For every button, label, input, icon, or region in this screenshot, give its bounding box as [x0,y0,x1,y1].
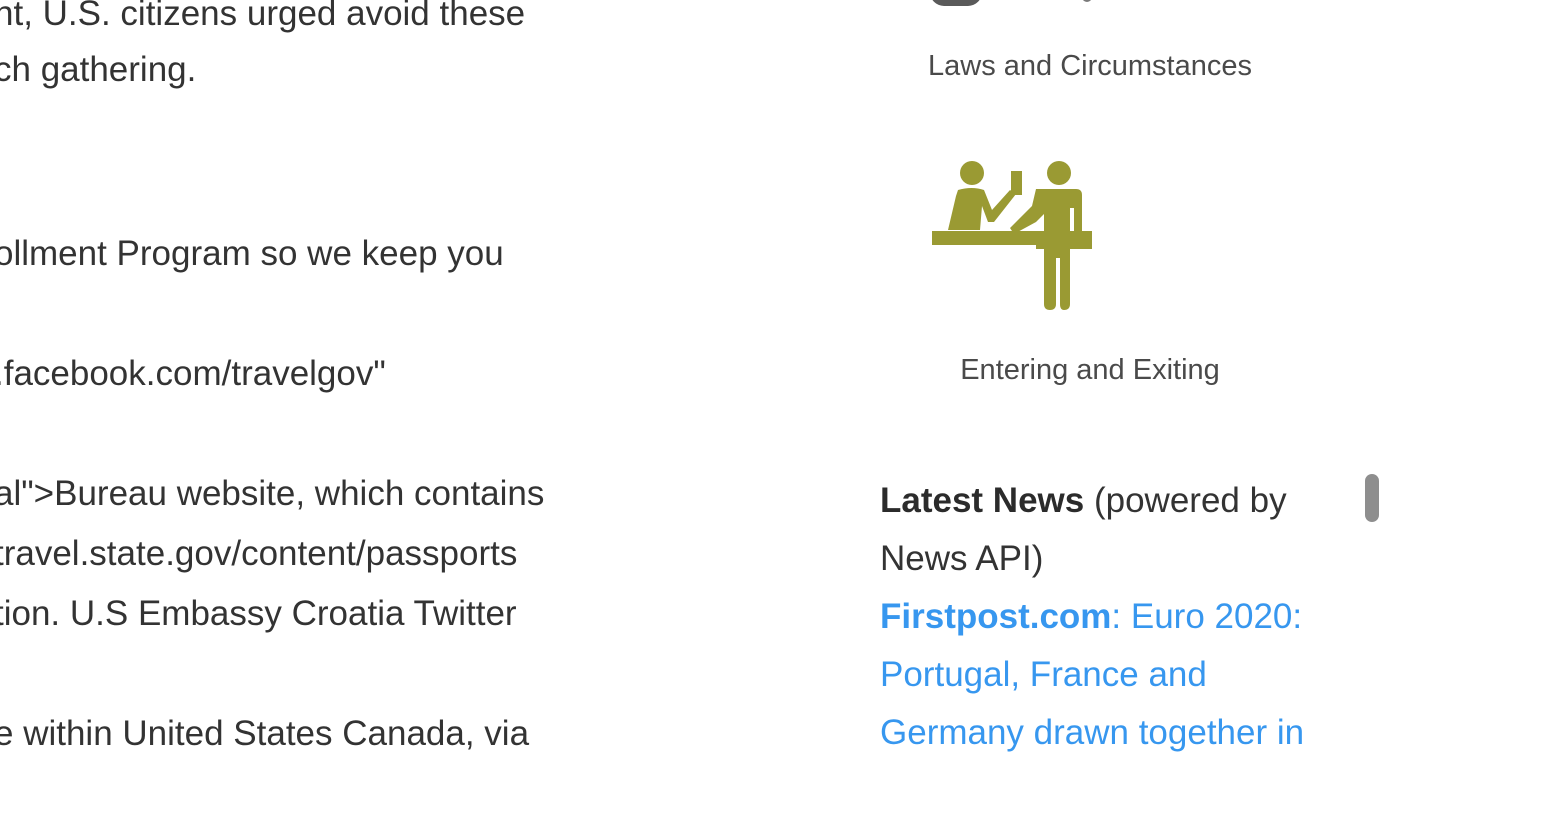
laws-icon-fragment [1082,0,1092,2]
news-heading: Latest News (powered by News API) [880,472,1360,588]
news-heading-bold: Latest News [880,481,1085,520]
article-line-link[interactable]: .facebook.com/travelgov" [0,354,386,394]
immigration-desk-icon [932,161,1092,310]
article-line: tion. U.S Embassy Croatia Twitter [0,594,517,633]
laws-icon [930,0,982,6]
article-line: ollment Program so we keep you [0,234,504,273]
article-line: e within United States Canada, via [0,714,530,753]
news-item-link[interactable]: Firstpost.com: Euro 2020: Portugal, Fran… [880,588,1360,762]
page: nt, U.S. citizens urged avoid these ch g… [0,0,1542,836]
article-line: nt, U.S. citizens urged avoid these [0,0,526,33]
news-scrollbar[interactable] [1365,474,1379,522]
article-body: nt, U.S. citizens urged avoid these ch g… [0,0,840,836]
article-line-link[interactable]: al">Bureau website, which contains [0,474,544,514]
article-line-link[interactable]: travel.state.gov/content/passports [0,534,517,574]
sidebar: Laws and Circumstances Entering and Exit… [860,0,1400,836]
news-item-source[interactable]: Firstpost.com [880,597,1111,636]
laws-tile-label: Laws and Circumstances [928,50,1252,82]
latest-news: Latest News (powered by News API) Firstp… [880,472,1360,762]
entering-exiting-label: Entering and Exiting [960,354,1220,386]
article-line: ch gathering. [0,50,197,89]
